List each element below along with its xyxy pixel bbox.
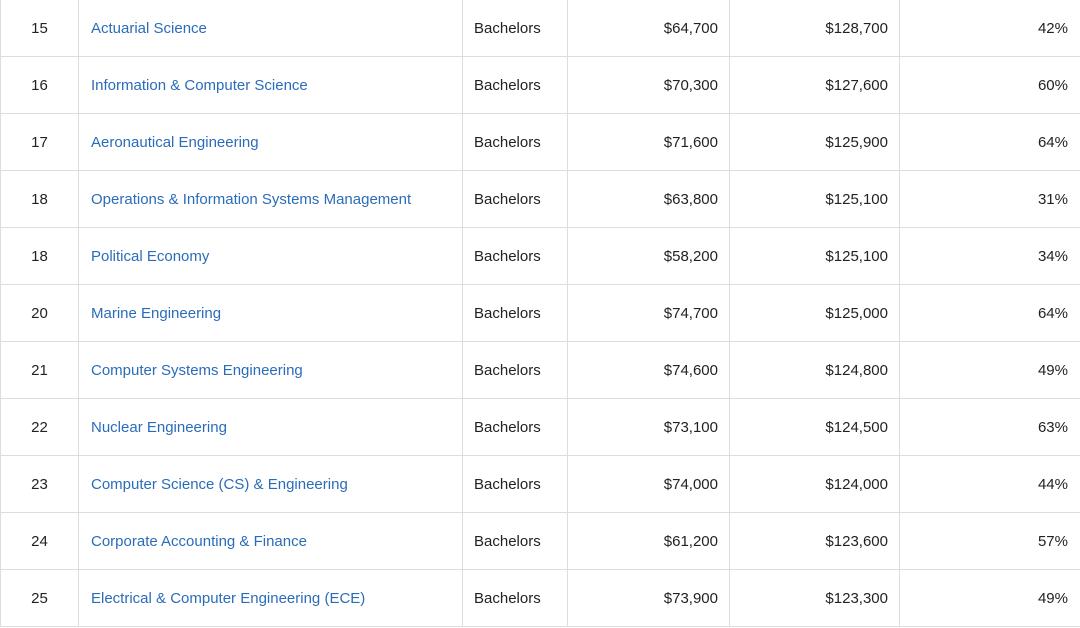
mid-career-pay-cell: $124,800 <box>729 341 900 399</box>
early-career-pay-cell: $73,900 <box>567 569 730 627</box>
major-link[interactable]: Nuclear Engineering <box>91 419 227 436</box>
major-link[interactable]: Electrical & Computer Engineering (ECE) <box>91 590 365 607</box>
major-cell: Corporate Accounting & Finance <box>78 512 463 570</box>
degree-cell: Bachelors <box>462 341 568 399</box>
high-meaning-cell: 42% <box>899 0 1080 57</box>
table-row: 23 Computer Science (CS) & Engineering B… <box>0 455 1080 513</box>
rank-cell: 16 <box>0 56 79 114</box>
rank-cell: 24 <box>0 512 79 570</box>
early-career-pay-cell: $58,200 <box>567 227 730 285</box>
mid-career-pay-cell: $128,700 <box>729 0 900 57</box>
early-career-pay-cell: $71,600 <box>567 113 730 171</box>
mid-career-pay-cell: $125,100 <box>729 227 900 285</box>
mid-career-pay-cell: $123,300 <box>729 569 900 627</box>
degree-cell: Bachelors <box>462 227 568 285</box>
major-link[interactable]: Computer Systems Engineering <box>91 362 303 379</box>
rank-cell: 21 <box>0 341 79 399</box>
major-cell: Computer Science (CS) & Engineering <box>78 455 463 513</box>
rank-cell: 15 <box>0 0 79 57</box>
high-meaning-cell: 63% <box>899 398 1080 456</box>
rank-cell: 23 <box>0 455 79 513</box>
degree-cell: Bachelors <box>462 113 568 171</box>
rank-cell: 20 <box>0 284 79 342</box>
table-row: 25 Electrical & Computer Engineering (EC… <box>0 569 1080 627</box>
major-link[interactable]: Operations & Information Systems Managem… <box>91 191 411 208</box>
early-career-pay-cell: $64,700 <box>567 0 730 57</box>
major-cell: Operations & Information Systems Managem… <box>78 170 463 228</box>
mid-career-pay-cell: $125,900 <box>729 113 900 171</box>
degree-cell: Bachelors <box>462 170 568 228</box>
degree-cell: Bachelors <box>462 398 568 456</box>
degree-cell: Bachelors <box>462 569 568 627</box>
high-meaning-cell: 57% <box>899 512 1080 570</box>
major-cell: Marine Engineering <box>78 284 463 342</box>
rank-cell: 22 <box>0 398 79 456</box>
mid-career-pay-cell: $127,600 <box>729 56 900 114</box>
degree-cell: Bachelors <box>462 512 568 570</box>
major-cell: Political Economy <box>78 227 463 285</box>
high-meaning-cell: 44% <box>899 455 1080 513</box>
major-link[interactable]: Marine Engineering <box>91 305 221 322</box>
degree-cell: Bachelors <box>462 284 568 342</box>
rank-cell: 17 <box>0 113 79 171</box>
table-body: 15 Actuarial Science Bachelors $64,700 $… <box>0 0 1080 627</box>
major-cell: Computer Systems Engineering <box>78 341 463 399</box>
table-row: 20 Marine Engineering Bachelors $74,700 … <box>0 284 1080 342</box>
mid-career-pay-cell: $124,000 <box>729 455 900 513</box>
rank-cell: 18 <box>0 227 79 285</box>
table-row: 24 Corporate Accounting & Finance Bachel… <box>0 512 1080 570</box>
early-career-pay-cell: $74,000 <box>567 455 730 513</box>
early-career-pay-cell: $73,100 <box>567 398 730 456</box>
high-meaning-cell: 34% <box>899 227 1080 285</box>
mid-career-pay-cell: $123,600 <box>729 512 900 570</box>
high-meaning-cell: 31% <box>899 170 1080 228</box>
high-meaning-cell: 64% <box>899 284 1080 342</box>
table-row: 18 Political Economy Bachelors $58,200 $… <box>0 227 1080 285</box>
high-meaning-cell: 49% <box>899 569 1080 627</box>
salary-rankings-table: 15 Actuarial Science Bachelors $64,700 $… <box>0 0 1080 627</box>
degree-cell: Bachelors <box>462 56 568 114</box>
table-row: 17 Aeronautical Engineering Bachelors $7… <box>0 113 1080 171</box>
table-row: 21 Computer Systems Engineering Bachelor… <box>0 341 1080 399</box>
major-link[interactable]: Political Economy <box>91 248 209 265</box>
rank-cell: 25 <box>0 569 79 627</box>
high-meaning-cell: 60% <box>899 56 1080 114</box>
mid-career-pay-cell: $125,000 <box>729 284 900 342</box>
early-career-pay-cell: $63,800 <box>567 170 730 228</box>
table-row: 22 Nuclear Engineering Bachelors $73,100… <box>0 398 1080 456</box>
degree-cell: Bachelors <box>462 455 568 513</box>
mid-career-pay-cell: $125,100 <box>729 170 900 228</box>
major-cell: Nuclear Engineering <box>78 398 463 456</box>
early-career-pay-cell: $70,300 <box>567 56 730 114</box>
early-career-pay-cell: $74,600 <box>567 341 730 399</box>
major-link[interactable]: Aeronautical Engineering <box>91 134 259 151</box>
high-meaning-cell: 49% <box>899 341 1080 399</box>
table-row: 15 Actuarial Science Bachelors $64,700 $… <box>0 0 1080 57</box>
table-row: 18 Operations & Information Systems Mana… <box>0 170 1080 228</box>
major-link[interactable]: Information & Computer Science <box>91 77 308 94</box>
major-cell: Information & Computer Science <box>78 56 463 114</box>
major-cell: Electrical & Computer Engineering (ECE) <box>78 569 463 627</box>
degree-cell: Bachelors <box>462 0 568 57</box>
table-row: 16 Information & Computer Science Bachel… <box>0 56 1080 114</box>
early-career-pay-cell: $61,200 <box>567 512 730 570</box>
rank-cell: 18 <box>0 170 79 228</box>
major-cell: Actuarial Science <box>78 0 463 57</box>
early-career-pay-cell: $74,700 <box>567 284 730 342</box>
major-cell: Aeronautical Engineering <box>78 113 463 171</box>
mid-career-pay-cell: $124,500 <box>729 398 900 456</box>
major-link[interactable]: Computer Science (CS) & Engineering <box>91 476 348 493</box>
major-link[interactable]: Actuarial Science <box>91 20 207 37</box>
major-link[interactable]: Corporate Accounting & Finance <box>91 533 307 550</box>
high-meaning-cell: 64% <box>899 113 1080 171</box>
